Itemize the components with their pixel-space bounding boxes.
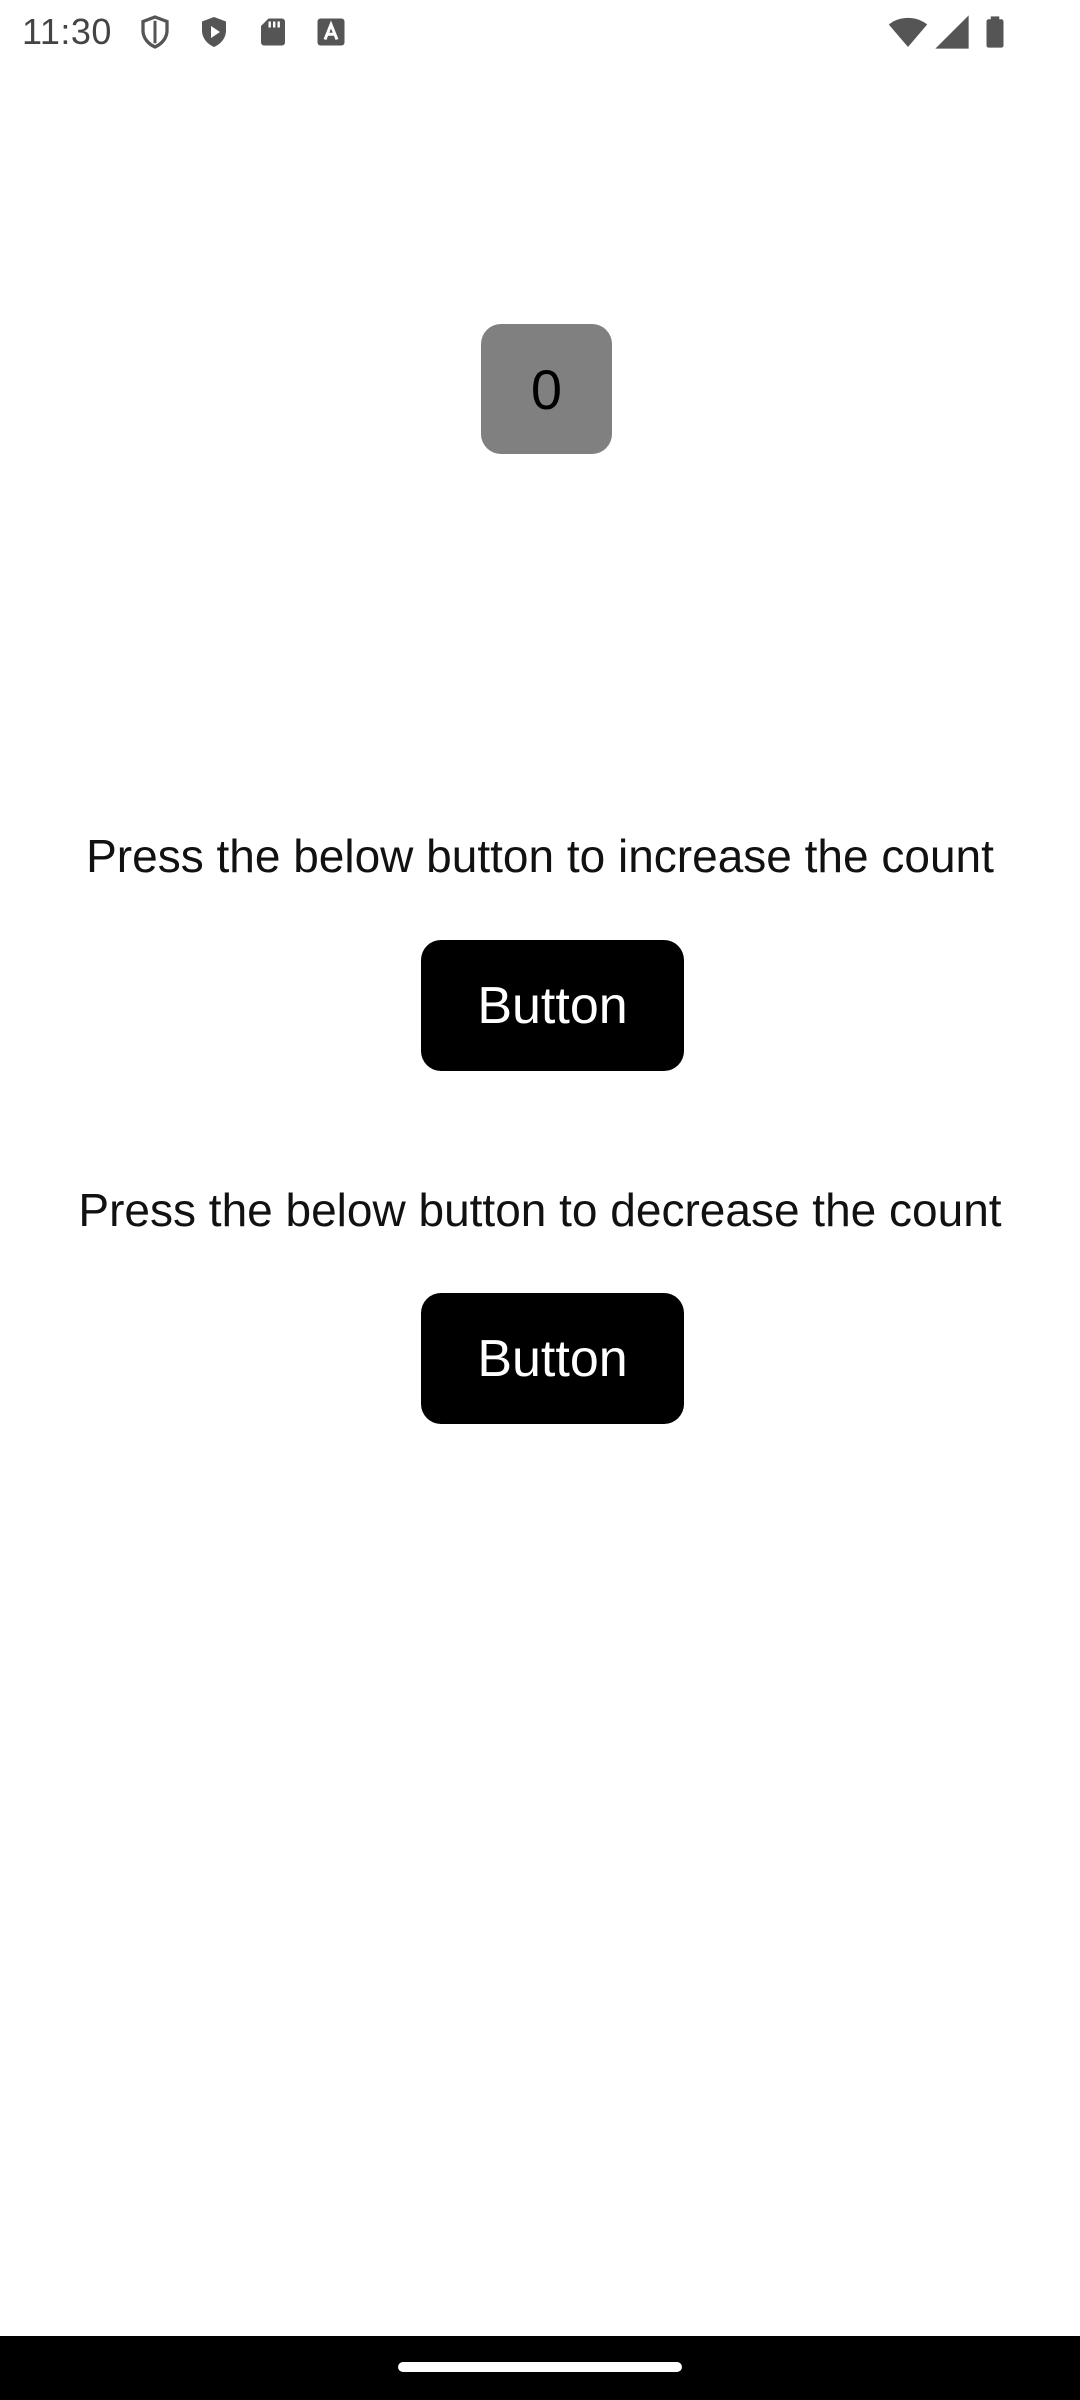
cellular-signal-icon — [935, 15, 969, 49]
shield-icon — [141, 15, 169, 49]
home-gesture-handle[interactable] — [398, 2362, 682, 2372]
status-bar: 11:30 — [0, 0, 1080, 64]
increase-instruction-text: Press the below button to increase the c… — [86, 830, 994, 882]
font-a-icon — [317, 18, 345, 46]
decrease-button[interactable]: Button — [421, 1293, 684, 1424]
count-display: 0 — [481, 324, 612, 454]
status-time: 11:30 — [22, 11, 112, 52]
app-screen: 11:30 0 Press the below button to increa… — [0, 0, 1080, 2400]
wifi-icon — [888, 17, 928, 47]
sd-card-icon — [261, 18, 285, 46]
play-shield-icon — [202, 17, 226, 47]
battery-icon — [986, 16, 1004, 48]
decrease-instruction-text: Press the below button to decrease the c… — [78, 1184, 1002, 1236]
increase-button[interactable]: Button — [421, 940, 684, 1071]
